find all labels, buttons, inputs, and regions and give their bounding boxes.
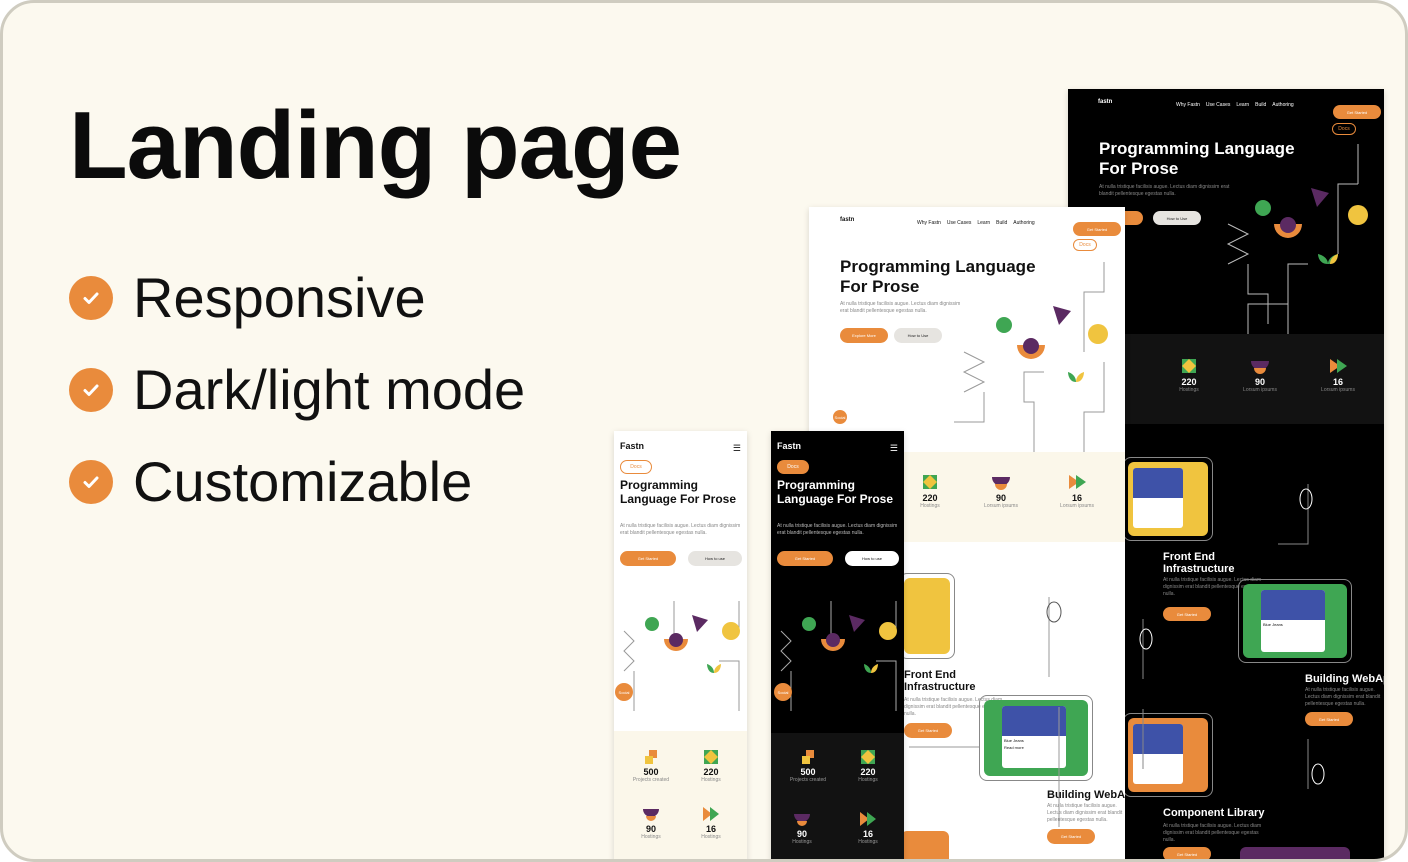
hero-text: At nulla tristique facilisis augue. Lect… xyxy=(620,523,741,536)
stat-hostings: 220 Hostings xyxy=(686,749,736,783)
hero-text: At nulla tristique facilisis augue. Lect… xyxy=(1099,184,1230,197)
diamond-icon xyxy=(923,475,937,489)
nav-item[interactable]: Why Fastn xyxy=(917,220,941,226)
hero-text: At nulla tristique facilisis augue. Lect… xyxy=(840,301,961,314)
how-to-use-button[interactable]: How to use xyxy=(845,551,899,566)
social-button[interactable]: Social xyxy=(615,683,633,701)
nav-item[interactable]: Use Cases xyxy=(947,220,971,226)
hero-illustration xyxy=(623,601,740,711)
how-to-use-button[interactable]: How to use xyxy=(688,551,742,566)
connector-lines xyxy=(1139,484,1325,789)
feature-dark-light-mode: Dark/light mode xyxy=(69,357,525,422)
stat-hostings-2: 90 Hostings xyxy=(777,811,827,845)
headline: Landing page xyxy=(69,92,682,199)
top-nav: Why Fastn Use Cases Learn Build Authorin… xyxy=(1176,102,1294,108)
hero-title: Programming Language For Prose xyxy=(620,478,737,506)
hero-illustration xyxy=(954,262,1108,452)
hero-title: Programming Language For Prose xyxy=(777,478,894,506)
bowl-icon xyxy=(794,814,810,826)
logo: Fastn xyxy=(620,441,645,451)
hero-illustration xyxy=(1226,144,1368,334)
play-icon xyxy=(703,807,719,821)
logo: fastn xyxy=(840,217,855,223)
hero-illustration xyxy=(780,601,897,711)
docs-pill[interactable]: Docs xyxy=(1332,123,1356,135)
how-to-use-button[interactable]: How to Use xyxy=(1153,211,1201,225)
stat-hostings: 220 Hostings xyxy=(843,749,893,783)
stat-ipsums: 90 Lorsum ipsums xyxy=(1236,357,1284,393)
stat-ipsums-2: 16 Lorsum ipsums xyxy=(1053,473,1101,509)
stat-ipsums-2: 16 Lorsum ipsums xyxy=(1314,357,1362,393)
stat-projects: 500 Projects created xyxy=(626,749,676,783)
diamond-icon xyxy=(1182,359,1196,373)
blocks-icon xyxy=(802,750,814,764)
logo: Fastn xyxy=(777,441,802,451)
nav-item[interactable]: Authoring xyxy=(1272,102,1293,108)
nav-item[interactable]: Learn xyxy=(977,220,990,226)
bowl-icon xyxy=(992,477,1010,490)
social-button[interactable]: Social xyxy=(774,683,792,701)
nav-item[interactable]: Build xyxy=(996,220,1007,226)
feature-customizable: Customizable xyxy=(69,449,472,514)
check-circle-icon xyxy=(69,459,113,504)
play-icon xyxy=(1330,359,1347,373)
stat-hostings-3: 16 Hostings xyxy=(686,806,736,840)
stat-hostings-2: 90 Hostings xyxy=(626,806,676,840)
mobile-light-screenshot: Fastn ☰ Docs Programming Language For Pro… xyxy=(614,431,747,859)
top-nav: Why Fastn Use Cases Learn Build Authorin… xyxy=(917,220,1035,226)
bowl-icon xyxy=(1251,361,1269,374)
get-started-button[interactable]: Get Started xyxy=(1333,105,1381,119)
nav-item[interactable]: Authoring xyxy=(1013,220,1034,226)
check-circle-icon xyxy=(69,275,113,320)
docs-pill[interactable]: Docs xyxy=(620,460,652,474)
diamond-icon xyxy=(861,750,875,764)
stat-hostings: 220 Hostings xyxy=(907,473,953,509)
hamburger-menu-icon[interactable]: ☰ xyxy=(733,443,741,454)
play-icon xyxy=(860,812,876,826)
get-started-button[interactable]: Get Started xyxy=(620,551,676,566)
get-started-button[interactable]: Get Started xyxy=(1073,222,1121,236)
nav-item[interactable]: Use Cases xyxy=(1206,102,1230,108)
blocks-icon xyxy=(645,750,657,764)
logo: fastn xyxy=(1098,99,1113,105)
social-button[interactable]: Social xyxy=(833,410,847,424)
stat-projects: 500 Projects created xyxy=(783,749,833,783)
diamond-icon xyxy=(704,750,718,764)
feature-responsive: Responsive xyxy=(69,265,426,330)
docs-pill[interactable]: Docs xyxy=(1073,239,1097,251)
nav-item[interactable]: Why Fastn xyxy=(1176,102,1200,108)
feature-label: Responsive xyxy=(133,266,426,329)
docs-pill[interactable]: Docs xyxy=(777,460,809,474)
stat-hostings: 220 Hostings xyxy=(1168,357,1210,393)
feature-label: Customizable xyxy=(133,450,473,513)
play-icon xyxy=(1069,475,1086,489)
hamburger-menu-icon[interactable]: ☰ xyxy=(890,443,898,454)
check-circle-icon xyxy=(69,367,113,412)
nav-item[interactable]: Build xyxy=(1255,102,1266,108)
hero-text: At nulla tristique facilisis augue. Lect… xyxy=(777,523,898,536)
feature-label: Dark/light mode xyxy=(133,358,526,421)
get-started-button[interactable]: Get Started xyxy=(777,551,833,566)
stat-ipsums: 90 Lorsum ipsums xyxy=(977,473,1025,509)
stat-hostings-3: 16 Hostings xyxy=(843,811,893,845)
explore-button[interactable]: Explore More xyxy=(840,328,888,343)
bowl-icon xyxy=(643,809,659,821)
how-to-use-button[interactable]: How to Use xyxy=(894,328,942,343)
mobile-dark-screenshot: Fastn ☰ Docs Programming Language For Pro… xyxy=(771,431,904,859)
nav-item[interactable]: Learn xyxy=(1236,102,1249,108)
promo-card: Landing page Responsive Dark/light mode … xyxy=(0,0,1408,862)
